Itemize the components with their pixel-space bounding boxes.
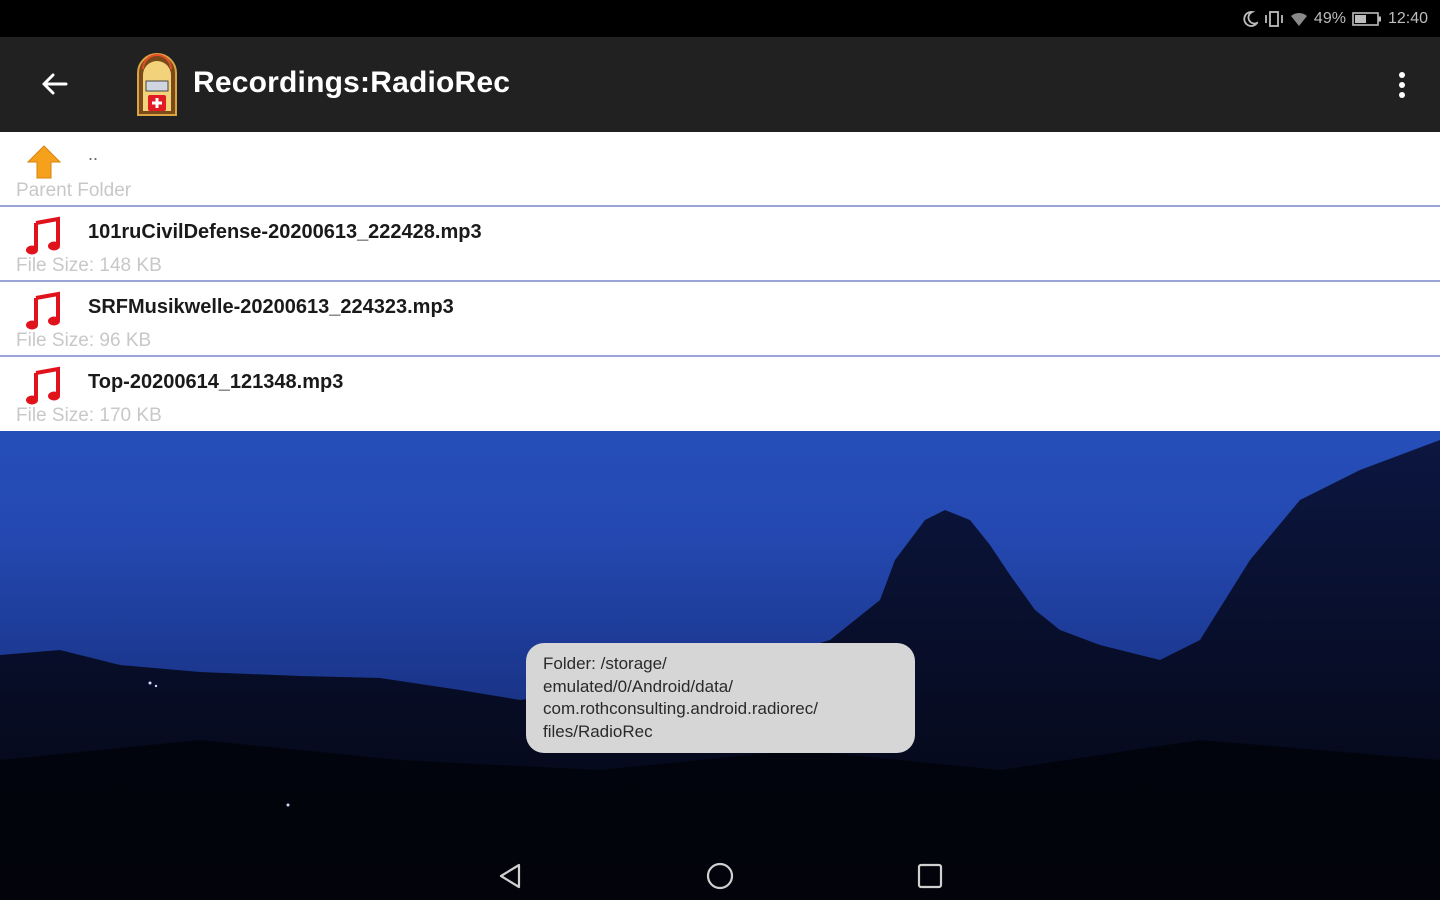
- page-title: Recordings:RadioRec: [193, 66, 511, 99]
- toast-line: files/RadioRec: [543, 721, 653, 741]
- navigation-bar: [0, 850, 1440, 900]
- back-button[interactable]: [28, 61, 80, 107]
- file-list: .. Parent Folder 101ruCivilDefense-20200…: [0, 132, 1440, 431]
- wifi-icon: [1290, 11, 1308, 27]
- nav-recents-icon: [917, 863, 943, 889]
- file-size: File Size: 96 KB: [16, 330, 152, 351]
- moon-icon: [1242, 10, 1258, 28]
- file-size: File Size: 148 KB: [16, 255, 162, 276]
- battery-percent: 49%: [1313, 10, 1346, 27]
- nav-recents-button[interactable]: [910, 858, 950, 894]
- battery-icon: [1352, 12, 1382, 26]
- file-size: File Size: 170 KB: [16, 405, 162, 426]
- toast-line: com.rothconsulting.android.radiorec/: [543, 699, 818, 718]
- parent-folder-label: Parent Folder: [16, 180, 132, 201]
- up-arrow-icon: [26, 145, 62, 179]
- list-item[interactable]: 101ruCivilDefense-20200613_222428.mp3 Fi…: [0, 207, 1440, 282]
- status-icons: 49% 12:40: [1242, 8, 1428, 30]
- music-note-icon: [26, 291, 60, 330]
- jukebox-icon: [137, 53, 177, 116]
- vibrate-icon: [1264, 10, 1284, 28]
- list-item-parent-folder[interactable]: .. Parent Folder: [0, 132, 1440, 207]
- music-note-icon: [26, 366, 60, 405]
- file-name: 101ruCivilDefense-20200613_222428.mp3: [88, 221, 482, 243]
- toast-line: emulated/0/Android/data/: [543, 676, 733, 696]
- file-name: Top-20200614_121348.mp3: [88, 371, 344, 393]
- parent-folder-title: ..: [88, 144, 99, 164]
- app-bar: Recordings:RadioRec: [0, 37, 1440, 132]
- file-name: SRFMusikwelle-20200613_224323.mp3: [88, 296, 454, 318]
- overflow-menu-button[interactable]: [1386, 65, 1418, 105]
- status-bar: 49% 12:40: [0, 0, 1440, 37]
- nav-home-button[interactable]: [700, 858, 740, 894]
- status-time: 12:40: [1387, 10, 1428, 27]
- list-item[interactable]: Top-20200614_121348.mp3 File Size: 170 K…: [0, 357, 1440, 431]
- overflow-menu-icon: [1399, 72, 1405, 98]
- folder-path-toast: Folder: /storage/ emulated/0/Android/dat…: [526, 643, 915, 753]
- nav-back-icon: [499, 863, 521, 889]
- list-item[interactable]: SRFMusikwelle-20200613_224323.mp3 File S…: [0, 282, 1440, 357]
- music-note-icon: [26, 216, 60, 255]
- nav-home-icon: [706, 862, 734, 890]
- back-arrow-icon: [42, 73, 68, 95]
- nav-back-button[interactable]: [490, 858, 530, 894]
- toast-line: Folder: /storage/: [543, 654, 667, 673]
